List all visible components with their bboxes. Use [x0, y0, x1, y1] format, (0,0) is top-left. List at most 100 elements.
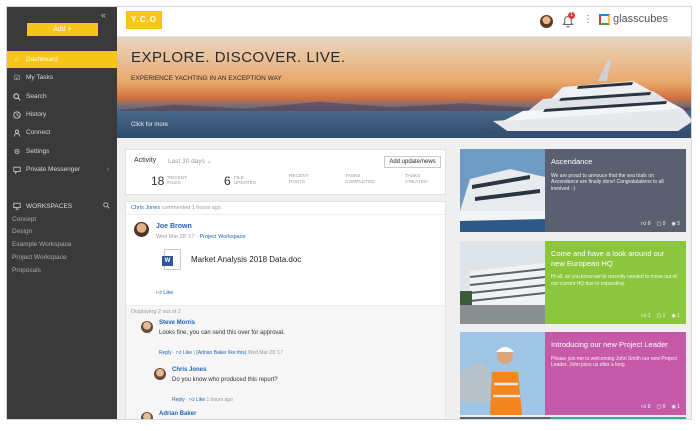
yacht-image: [483, 59, 691, 137]
likes-count: 👍︎ 1: [641, 313, 650, 319]
user-avatar[interactable]: [540, 15, 553, 28]
likes-count: 👍︎ 0: [641, 404, 650, 410]
sidebar-item-my-tasks[interactable]: ☑ My Tasks: [7, 69, 117, 86]
views-value: 1: [677, 313, 680, 319]
avatar[interactable]: [134, 222, 149, 237]
comment-author-link[interactable]: Chris Jones: [172, 367, 206, 373]
post-author-link[interactable]: Joe Brown: [156, 223, 192, 230]
workspace-item-proposals[interactable]: Proposals: [12, 267, 41, 274]
feed-header-author-link[interactable]: Chris Jones: [131, 205, 160, 211]
news-card-title: Ascendance: [551, 157, 593, 166]
comments-count: ▢ 0: [657, 221, 666, 227]
stat-tasks-completed[interactable]: TASKS COMPLETED: [342, 174, 375, 185]
like-label: Like: [163, 290, 174, 296]
top-bar: Y.C.O 1 ⋮ glasscubes: [117, 7, 691, 37]
sidebar-item-settings[interactable]: ⚙ Settings: [7, 143, 117, 160]
workspace-item-design[interactable]: Design: [12, 228, 32, 235]
add-update-news-button[interactable]: Add update/news: [384, 156, 441, 168]
news-card-title: Come and have a look around our new Euro…: [551, 249, 665, 268]
stat-recent-posts[interactable]: RECENT POSTS: [286, 174, 309, 185]
more-options-icon[interactable]: ⋮: [583, 14, 593, 25]
sidebar-item-dashboard[interactable]: ⌂ Dashboard: [7, 51, 117, 68]
stat-label: RECENT POSTS: [289, 174, 309, 185]
news-card-body: Introducing our new Project Leader Pleas…: [545, 332, 686, 415]
post-like-button[interactable]: 👍︎ Like: [156, 290, 173, 296]
thumbs-up-icon: 👍︎: [641, 221, 647, 227]
thumbs-up-icon: 👍︎: [189, 397, 195, 403]
avatar[interactable]: [154, 368, 166, 380]
comment-text: Do you know who produced this report?: [172, 377, 278, 383]
activity-range-value: Last 30 days: [168, 158, 205, 165]
comment-icon: ▢: [656, 221, 662, 227]
stat-tasks-created[interactable]: TASKS CREATED: [402, 174, 428, 185]
word-document-icon[interactable]: W: [162, 249, 181, 270]
hero-banner[interactable]: EXPLORE. DISCOVER. LIVE. EXPERIENCE YACH…: [117, 37, 691, 138]
sidebar: « Add + ⌂ Dashboard ☑ My Tasks Search Hi…: [7, 7, 117, 419]
activity-range-dropdown[interactable]: Last 30 days ⌄: [168, 157, 212, 165]
hero-click-for-more-link[interactable]: Click for more: [131, 122, 168, 128]
views-value: 1: [677, 404, 680, 410]
sidebar-item-label: History: [26, 111, 47, 118]
comment-date: 1 hours ago: [206, 397, 233, 403]
news-card-text: We are proud to annouce that the sea tri…: [551, 172, 664, 192]
word-logo-letter: W: [162, 256, 173, 266]
sidebar-item-private-messenger[interactable]: Private Messenger ›: [7, 161, 117, 178]
views-count: ◉ 1: [671, 313, 680, 319]
likes-count: 👍︎ 0: [641, 221, 650, 227]
collapse-sidebar-icon[interactable]: «: [101, 10, 106, 20]
news-card-project-leader[interactable]: Introducing our new Project Leader Pleas…: [460, 332, 686, 415]
comment-reply-link[interactable]: Reply: [159, 350, 172, 356]
comment-author-link[interactable]: Adrian Baker: [159, 411, 196, 417]
sidebar-item-history[interactable]: History: [7, 106, 117, 123]
stat-label-line2: CREATED: [405, 179, 428, 185]
news-card-ascendance[interactable]: Ascendance We are proud to annouce that …: [460, 149, 686, 232]
avatar[interactable]: [141, 412, 153, 419]
stat-label: TASKS COMPLETED: [345, 174, 375, 185]
chat-icon: [13, 166, 21, 174]
stat-label-line1: RECENT: [289, 174, 309, 179]
news-card-european-hq[interactable]: Come and have a look around our new Euro…: [460, 241, 686, 324]
stat-label-line2: FILES: [167, 181, 181, 186]
news-card-text: Please join me to welcoming John Smith o…: [551, 355, 677, 369]
comments-count: ▢ 1: [657, 313, 666, 319]
construction-worker-image: [460, 332, 545, 415]
glasscubes-logo-icon: [599, 13, 610, 25]
app-window: « Add + ⌂ Dashboard ☑ My Tasks Search Hi…: [6, 6, 692, 420]
notification-badge: 1: [568, 12, 575, 19]
stat-label: RECENT FILES: [167, 176, 187, 187]
company-logo[interactable]: Y.C.O: [126, 11, 162, 29]
workspaces-header: WORKSPACES: [7, 199, 117, 213]
likes-value: 0: [647, 221, 651, 227]
stat-file-updates[interactable]: 6 FILE UPDATES: [224, 174, 256, 188]
comment-icon: ▢: [656, 313, 662, 319]
workspace-item-concept[interactable]: Concept: [12, 216, 36, 223]
news-card-stats: 👍︎ 1 ▢ 1 ◉ 1: [641, 313, 680, 319]
sidebar-item-search[interactable]: Search: [7, 88, 117, 105]
comment-like-link[interactable]: 👍︎ Like: [189, 397, 205, 403]
comment-text: Looks fine, you can send this over for a…: [159, 330, 285, 336]
stat-recent-files[interactable]: 18 RECENT FILES: [151, 174, 187, 188]
add-button[interactable]: Add +: [27, 23, 98, 36]
comment-author-link[interactable]: Steve Morris: [159, 320, 195, 326]
stat-label-line1: TASKS: [405, 174, 421, 179]
eye-icon: ◉: [671, 221, 676, 227]
comment-like-link[interactable]: 👍︎ Like: [176, 350, 192, 356]
stat-label: FILE UPDATES: [234, 176, 256, 187]
post-workspace-link[interactable]: Project Workspace: [199, 234, 245, 240]
feed-header-text: commented 1 hours ago: [161, 205, 221, 211]
workspace-item-project-workspace[interactable]: Project Workspace: [12, 254, 66, 261]
comment-reply-link[interactable]: Reply: [172, 397, 185, 403]
workspace-item-example-workspace[interactable]: Example Workspace: [12, 241, 72, 248]
activity-panel: Activity Last 30 days ⌄ Add update/news …: [125, 149, 446, 195]
activity-label: Activity: [134, 157, 157, 164]
sidebar-item-label: Private Messenger: [26, 166, 81, 173]
attached-file-name[interactable]: Market Analysis 2018 Data.doc: [191, 255, 301, 264]
sidebar-item-connect[interactable]: Connect: [7, 124, 117, 141]
news-card-partial[interactable]: [460, 417, 686, 419]
workspace-search-icon[interactable]: [103, 201, 110, 211]
comments-section: Displaying 2 out of 2 Steve Morris Looks…: [126, 305, 445, 419]
comment-liked-by[interactable]: (Adrian Baker like this): [196, 350, 246, 356]
search-icon: [13, 92, 21, 101]
stat-label-line1: RECENT: [167, 175, 188, 181]
avatar[interactable]: [141, 321, 153, 333]
